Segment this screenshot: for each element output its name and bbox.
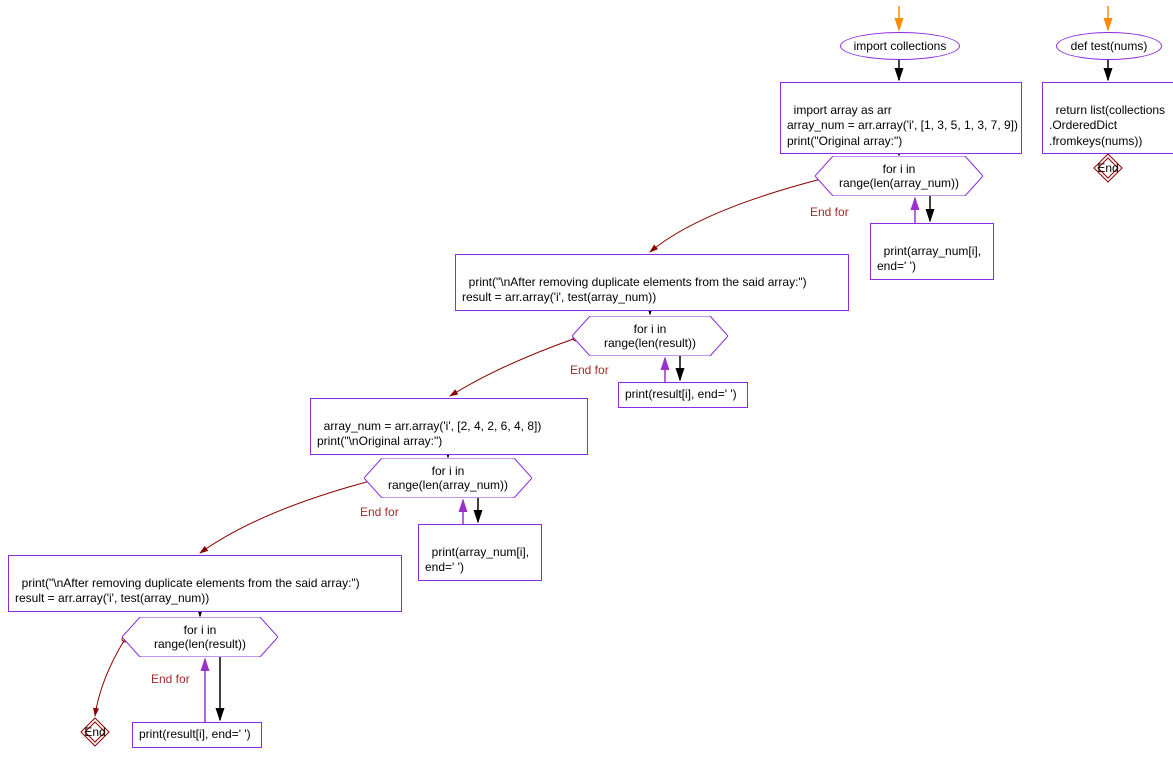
rect-after-remove-2-text: print("\nAfter removing duplicate elemen… xyxy=(15,576,360,606)
loop-hex-3: for i in range(len(array_num)) xyxy=(364,458,532,498)
loop-body-3: print(array_num[i], end=' ') xyxy=(418,524,542,581)
rect-init-array-text: import array as arr array_num = arr.arra… xyxy=(787,103,1018,148)
start-node-main: import collections xyxy=(840,32,960,60)
end-node-main: End xyxy=(79,716,111,748)
rect-return: return list(collections .OrderedDict .fr… xyxy=(1042,82,1173,154)
loop-hex-1-text: for i in range(len(array_num)) xyxy=(839,162,959,190)
loop-body-4-text: print(result[i], end=' ') xyxy=(139,727,251,741)
rect-init-array-2: array_num = arr.array('i', [2, 4, 2, 6, … xyxy=(310,398,588,455)
rect-after-remove-1-text: print("\nAfter removing duplicate elemen… xyxy=(462,275,807,305)
loop-hex-4: for i in range(len(result)) xyxy=(122,617,278,657)
loop-body-1: print(array_num[i], end=' ') xyxy=(870,223,994,280)
loop-body-1-text: print(array_num[i], end=' ') xyxy=(877,244,981,274)
end-node-func: End xyxy=(1092,152,1124,184)
rect-after-remove-2: print("\nAfter removing duplicate elemen… xyxy=(8,555,402,612)
loop-hex-1: for i in range(len(array_num)) xyxy=(815,156,983,196)
loop-body-2: print(result[i], end=' ') xyxy=(618,382,748,408)
rect-after-remove-1: print("\nAfter removing duplicate elemen… xyxy=(455,254,849,311)
loop-body-4: print(result[i], end=' ') xyxy=(132,722,262,748)
rect-init-array-2-text: array_num = arr.array('i', [2, 4, 2, 6, … xyxy=(317,419,541,449)
loop-hex-2-text: for i in range(len(result)) xyxy=(604,322,696,350)
endfor-label-1: End for xyxy=(810,205,849,219)
end-node-func-label: End xyxy=(1097,161,1118,175)
rect-init-array: import array as arr array_num = arr.arra… xyxy=(780,82,1022,154)
loop-body-2-text: print(result[i], end=' ') xyxy=(625,387,737,401)
loop-hex-2: for i in range(len(result)) xyxy=(572,316,728,356)
loop-hex-4-text: for i in range(len(result)) xyxy=(154,623,246,651)
start-node-func: def test(nums) xyxy=(1056,32,1162,60)
rect-return-text: return list(collections .OrderedDict .fr… xyxy=(1049,103,1165,148)
endfor-label-2: End for xyxy=(570,363,609,377)
loop-body-3-text: print(array_num[i], end=' ') xyxy=(425,545,529,575)
endfor-label-3: End for xyxy=(360,505,399,519)
endfor-label-4: End for xyxy=(151,672,190,686)
start-node-main-label: import collections xyxy=(854,39,947,53)
end-node-main-label: End xyxy=(84,725,105,739)
start-node-func-label: def test(nums) xyxy=(1071,39,1148,53)
loop-hex-3-text: for i in range(len(array_num)) xyxy=(388,464,508,492)
